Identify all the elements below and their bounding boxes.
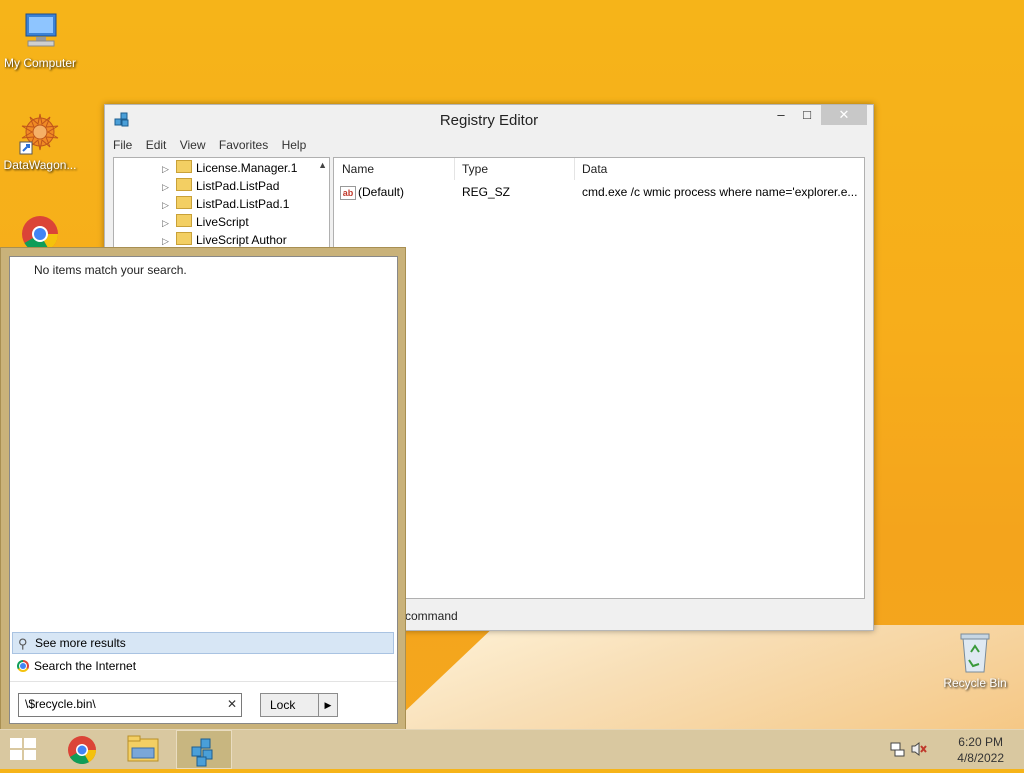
network-icon[interactable] xyxy=(890,741,906,760)
column-header-type[interactable]: Type xyxy=(462,162,488,176)
tree-item-label: License.Manager.1 xyxy=(196,161,298,175)
folder-icon xyxy=(176,178,192,191)
taskbar-file-explorer[interactable] xyxy=(116,730,172,769)
folder-icon xyxy=(176,214,192,227)
expand-arrow-icon[interactable]: ▷ xyxy=(162,196,172,214)
scroll-up-arrow-icon[interactable]: ▲ xyxy=(318,160,327,170)
table-row[interactable]: ab (Default) REG_SZ cmd.exe /c wmic proc… xyxy=(334,184,864,202)
see-more-results-link[interactable]: ⚲ See more results xyxy=(12,632,394,654)
column-header-name[interactable]: Name xyxy=(342,162,374,176)
clock-date: 4/8/2022 xyxy=(957,751,1004,765)
minimize-button[interactable]: – xyxy=(767,105,795,125)
datawagon-icon xyxy=(18,112,62,156)
expand-arrow-icon[interactable]: ▷ xyxy=(162,160,172,178)
value-name: (Default) xyxy=(358,185,405,199)
tree-item[interactable]: ▷ ListPad.ListPad xyxy=(162,177,279,195)
taskbar-chrome[interactable] xyxy=(56,730,112,769)
taskbar: 6:20 PM 4/8/2022 xyxy=(0,729,1024,769)
search-icon: ⚲ xyxy=(18,636,28,651)
tree-item[interactable]: ▷ LiveScript xyxy=(162,213,249,231)
chrome-icon xyxy=(17,660,29,672)
column-divider[interactable] xyxy=(454,158,455,180)
lock-button[interactable]: Lock ▶ xyxy=(260,693,338,717)
tree-item[interactable]: ▷ License.Manager.1 xyxy=(162,159,297,177)
close-button[interactable]: ✕ xyxy=(821,105,867,125)
tree-item-label: LiveScript Author xyxy=(196,233,287,247)
folder-icon xyxy=(176,160,192,173)
menu-file[interactable]: File xyxy=(113,135,132,155)
desktop-icon-datawagon[interactable]: DataWagon... xyxy=(0,112,80,172)
clock[interactable]: 6:20 PM 4/8/2022 xyxy=(957,734,1004,766)
menu-help[interactable]: Help xyxy=(282,135,307,155)
search-internet-label: Search the Internet xyxy=(34,659,137,673)
tree-item-label: LiveScript xyxy=(196,215,249,229)
system-tray: 6:20 PM 4/8/2022 xyxy=(884,730,1024,769)
expand-arrow-icon[interactable]: ▷ xyxy=(162,178,172,196)
tree-item[interactable]: ▷ ListPad.ListPad.1 xyxy=(162,195,289,213)
maximize-button[interactable]: □ xyxy=(793,105,821,125)
registry-editor-icon xyxy=(191,738,213,767)
menu-bar: File Edit View Favorites Help xyxy=(105,135,873,155)
search-results-area: No items match your search. ⚲ See more r… xyxy=(9,256,398,724)
search-box[interactable]: ✕ xyxy=(18,693,242,717)
see-more-label: See more results xyxy=(35,636,126,650)
clock-time: 6:20 PM xyxy=(958,735,1003,749)
computer-icon xyxy=(18,10,62,54)
menu-view[interactable]: View xyxy=(180,135,206,155)
folder-icon xyxy=(176,232,192,245)
menu-favorites[interactable]: Favorites xyxy=(219,135,268,155)
start-button[interactable] xyxy=(0,730,48,769)
folder-icon xyxy=(176,196,192,209)
column-divider[interactable] xyxy=(574,158,575,180)
volume-muted-icon[interactable] xyxy=(910,741,928,760)
value-type: REG_SZ xyxy=(462,185,511,199)
chrome-icon xyxy=(68,736,96,764)
column-header-data[interactable]: Data xyxy=(582,162,607,176)
value-data: cmd.exe /c wmic process where name='expl… xyxy=(582,185,858,199)
recycle-bin-icon xyxy=(953,630,997,674)
desktop-icon-recycle-bin[interactable]: Recycle Bin xyxy=(935,630,1015,690)
start-search-panel: No items match your search. ⚲ See more r… xyxy=(0,247,406,731)
search-input[interactable] xyxy=(23,696,217,712)
tree-item-label: ListPad.ListPad xyxy=(196,179,280,193)
divider xyxy=(10,681,397,682)
taskbar-registry-editor[interactable] xyxy=(176,730,232,769)
tree-item-label: ListPad.ListPad.1 xyxy=(196,197,290,211)
registry-values-list[interactable]: Name Type Data ab (Default) REG_SZ cmd.e… xyxy=(333,157,865,599)
desktop-icon-label: DataWagon... xyxy=(3,158,77,172)
desktop-icon-label: Recycle Bin xyxy=(943,676,1007,690)
shutdown-options-arrow-icon[interactable]: ▶ xyxy=(318,694,337,716)
lock-button-label: Lock xyxy=(270,698,296,712)
menu-edit[interactable]: Edit xyxy=(146,135,167,155)
clear-icon[interactable]: ✕ xyxy=(227,697,237,711)
title-bar[interactable]: Registry Editor – □ ✕ xyxy=(105,105,873,135)
search-internet-link[interactable]: Search the Internet xyxy=(12,656,392,676)
desktop-icon-label: My Computer xyxy=(3,56,77,70)
window-title: Registry Editor xyxy=(439,112,539,129)
desktop-icon-my-computer[interactable]: My Computer xyxy=(0,10,80,70)
folder-icon xyxy=(127,735,159,762)
expand-arrow-icon[interactable]: ▷ xyxy=(162,214,172,232)
desktop-wallpaper-shape xyxy=(380,625,1024,735)
no-results-message: No items match your search. xyxy=(34,263,187,277)
windows-logo-icon xyxy=(10,738,38,762)
